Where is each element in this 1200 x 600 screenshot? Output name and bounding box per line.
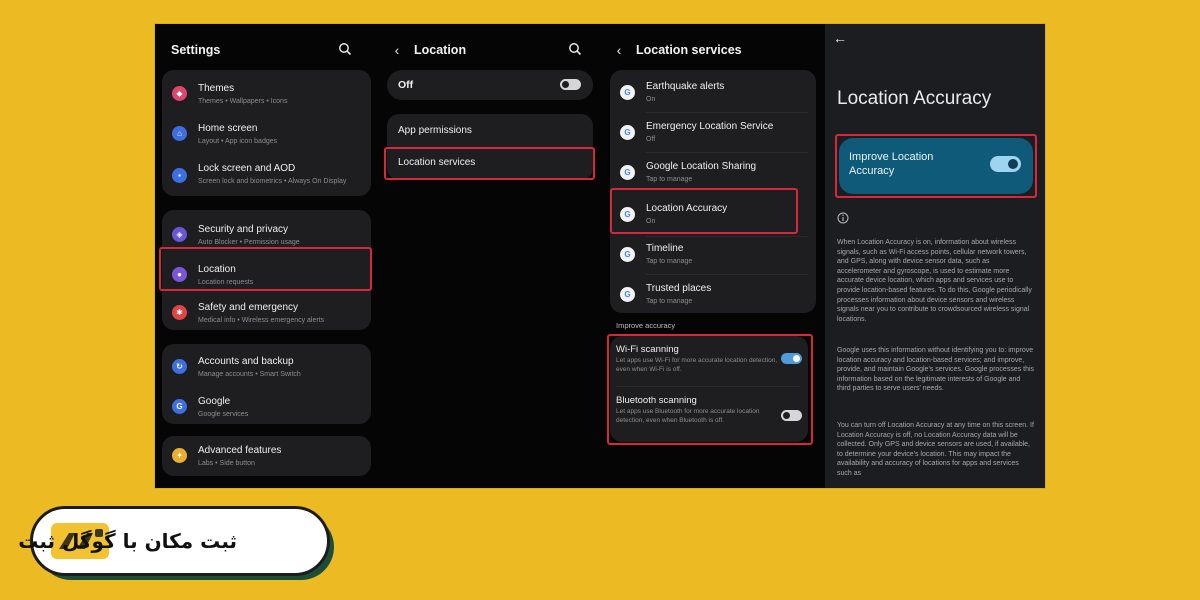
settings-item-sub: Auto Blocker • Permission usage [198,239,300,246]
service-item-label: Earthquake alerts [646,81,725,92]
page-title: Location Accuracy [837,88,992,109]
location-accuracy-panel: ← Location Accuracy Improve Location Acc… [825,24,1045,488]
settings-group-accounts: ↻ Accounts and backup Manage accounts • … [162,344,371,424]
description-paragraph-2: Google uses this information without ide… [837,347,1035,393]
advanced-features-icon: ✦ [172,448,187,463]
badge-text: ثبت مکان با گوگل ثبت [18,529,237,553]
service-item-location-sharing[interactable]: G Google Location Sharing Tap to manage [610,154,816,192]
page-title: Settings [171,43,221,57]
location-highlight-box [159,247,372,291]
page-title: Location services [636,43,742,57]
improve-accuracy-highlight-box [835,134,1037,198]
settings-item-label: Safety and emergency [198,302,299,313]
description-paragraph-1: When Location Accuracy is on, informatio… [837,239,1032,323]
google-icon: G [620,165,635,180]
description-paragraph-3: You can turn off Location Accuracy at an… [837,422,1034,477]
settings-group-personalization: ◆ Themes Themes • Wallpapers • Icons ⌂ H… [162,70,371,196]
service-item-label: Emergency Location Service [646,121,774,132]
search-icon[interactable] [568,42,582,56]
google-icon: G [172,399,187,414]
location-accuracy-highlight-box [610,188,798,234]
settings-item-label: Advanced features [198,445,282,456]
back-arrow-icon[interactable]: ← [833,30,847,46]
google-icon: G [620,247,635,262]
service-item-trusted-places[interactable]: G Trusted places Tap to manage [610,276,816,313]
app-permissions-item[interactable]: App permissions [398,125,472,136]
settings-item-sub: Themes • Wallpapers • Icons [198,98,288,105]
service-item-label: Timeline [646,243,684,254]
service-item-label: Trusted places [646,283,712,294]
service-item-sub: Off [646,136,656,143]
service-item-emergency-location[interactable]: G Emergency Location Service Off [610,114,816,152]
settings-item-advanced-features[interactable]: ✦ Advanced features Labs • Side button [162,436,371,476]
info-icon [837,212,849,224]
settings-item-label: Lock screen and AOD [198,163,296,174]
settings-item-label: Google [198,396,231,407]
back-icon[interactable]: ‹ [610,42,628,58]
location-services-panel: ‹ Location services G Earthquake alerts … [602,24,825,488]
settings-item-safety[interactable]: ✱ Safety and emergency Medical info • Wi… [162,296,371,330]
service-item-timeline[interactable]: G Timeline Tap to manage [610,236,816,274]
settings-item-label: Security and privacy [198,224,289,235]
settings-item-themes[interactable]: ◆ Themes Themes • Wallpapers • Icons [162,76,371,114]
location-switch-label: Off [398,79,414,91]
page-title: Location [414,43,467,57]
google-icon: G [620,125,635,140]
google-icon: G [620,287,635,302]
settings-item-sub: Medical info • Wireless emergency alerts [198,317,325,324]
settings-item-home-screen[interactable]: ⌂ Home screen Layout • App icon badges [162,116,371,154]
service-item-earthquake[interactable]: G Earthquake alerts On [610,74,816,112]
settings-item-sub: Labs • Side button [198,460,255,467]
search-icon[interactable] [338,42,352,56]
location-services-header: ‹ Location services [610,38,825,62]
location-toggle[interactable] [560,79,581,90]
settings-item-label: Home screen [198,123,258,134]
location-header: ‹ Location [388,38,602,62]
service-item-sub: On [646,96,656,103]
shield-icon: ◈ [172,227,187,242]
settings-item-sub: Google services [198,411,249,418]
back-icon[interactable]: ‹ [388,42,406,58]
settings-item-sub: Layout • App icon badges [198,138,278,145]
home-icon: ⌂ [172,126,187,141]
service-item-sub: Tap to manage [646,298,693,305]
accounts-icon: ↻ [172,359,187,374]
settings-item-accounts[interactable]: ↻ Accounts and backup Manage accounts • … [162,348,371,386]
settings-panel: Settings ◆ Themes Themes • Wallpapers • … [155,24,380,488]
improve-accuracy-header: Improve accuracy [616,321,676,330]
settings-item-label: Accounts and backup [198,356,294,367]
location-master-switch[interactable]: Off [387,70,593,100]
google-icon: G [620,85,635,100]
settings-item-sub: Screen lock and biometrics • Always On D… [198,178,347,185]
service-item-sub: Tap to manage [646,258,693,265]
lock-icon: ▪ [172,168,187,183]
settings-item-google[interactable]: G Google Google services [162,388,371,424]
screenshot-frame: Settings ◆ Themes Themes • Wallpapers • … [155,24,1045,488]
service-item-sub: Tap to manage [646,176,693,183]
settings-header: Settings [171,38,380,62]
settings-group-advanced: ✦ Advanced features Labs • Side button [162,436,371,476]
settings-item-sub: Manage accounts • Smart Switch [198,371,301,378]
improve-accuracy-highlight-box [607,334,813,445]
settings-item-label: Themes [198,83,235,94]
settings-item-lock-screen[interactable]: ▪ Lock screen and AOD Screen lock and bi… [162,156,371,196]
emergency-icon: ✱ [172,305,187,320]
themes-icon: ◆ [172,86,187,101]
service-item-label: Google Location Sharing [646,161,757,172]
title-badge: ثبت مکان با گوگل ثبت [18,506,330,576]
location-services-highlight-box [384,147,595,180]
location-panel: ‹ Location Off App permissions Location … [380,24,602,488]
